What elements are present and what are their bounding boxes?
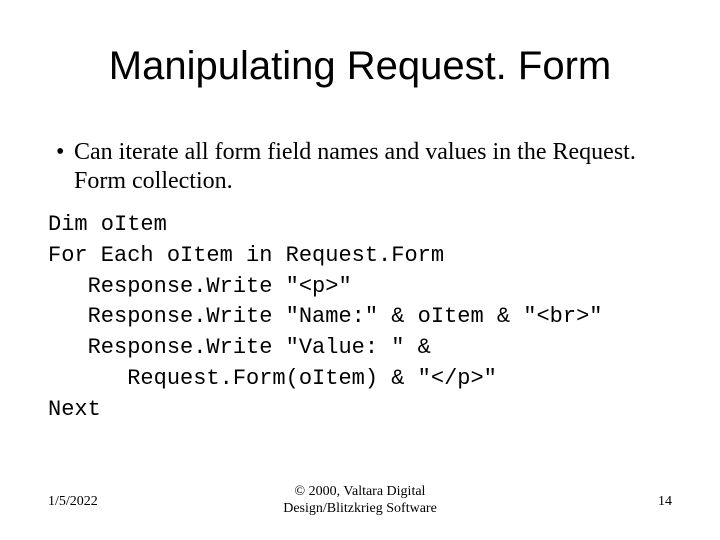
- slide-title: Manipulating Request. Form: [0, 44, 720, 89]
- slide: Manipulating Request. Form •Can iterate …: [0, 0, 720, 540]
- code-line-4: Response.Write "Name:" & oItem & "<br>": [48, 304, 603, 329]
- footer-copyright: © 2000, Valtara Digital Design/Blitzkrie…: [0, 484, 720, 518]
- code-line-2: For Each oItem in Request.Form: [48, 243, 444, 268]
- footer-copyright-line1: © 2000, Valtara Digital: [295, 484, 426, 499]
- code-line-1: Dim oItem: [48, 212, 167, 237]
- bullet-list: •Can iterate all form field names and va…: [56, 138, 676, 197]
- code-line-5: Response.Write "Value: " &: [48, 335, 431, 360]
- bullet-text: Can iterate all form field names and val…: [74, 138, 664, 197]
- code-line-7: Next: [48, 397, 101, 422]
- code-line-6: Request.Form(oItem) & "</p>": [48, 366, 497, 391]
- code-line-3: Response.Write "<p>": [48, 274, 352, 299]
- footer-page-number: 14: [658, 494, 672, 510]
- code-block: Dim oItem For Each oItem in Request.Form…: [48, 210, 688, 426]
- bullet-marker: •: [56, 138, 74, 167]
- footer-copyright-line2: Design/Blitzkrieg Software: [283, 501, 437, 516]
